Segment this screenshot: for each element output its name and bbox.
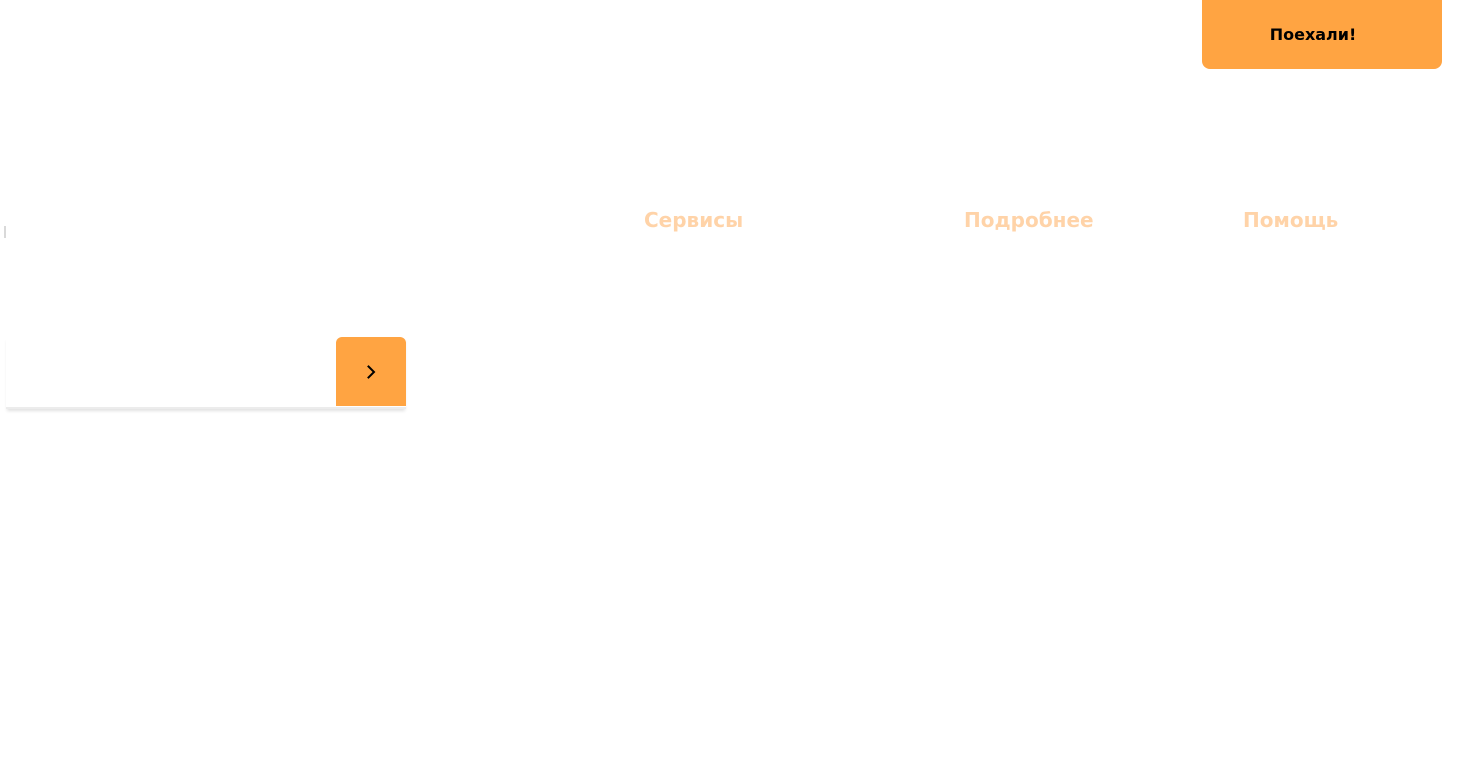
search-input[interactable] [6,337,336,406]
go-cta-button[interactable]: Поехали! [1202,0,1442,69]
nav-link-help[interactable]: Помощь [1243,206,1338,234]
search-submit-button[interactable] [336,337,406,406]
text-cursor-mark [4,226,6,238]
nav-link-more[interactable]: Подробнее [964,206,1094,234]
chevron-right-icon [367,364,376,379]
search-bar [6,337,406,409]
page: Поехали! Сервисы Подробнее Помощь [0,0,1461,760]
nav-link-services[interactable]: Сервисы [644,206,743,234]
main-nav: Сервисы Подробнее Помощь [0,206,1461,236]
